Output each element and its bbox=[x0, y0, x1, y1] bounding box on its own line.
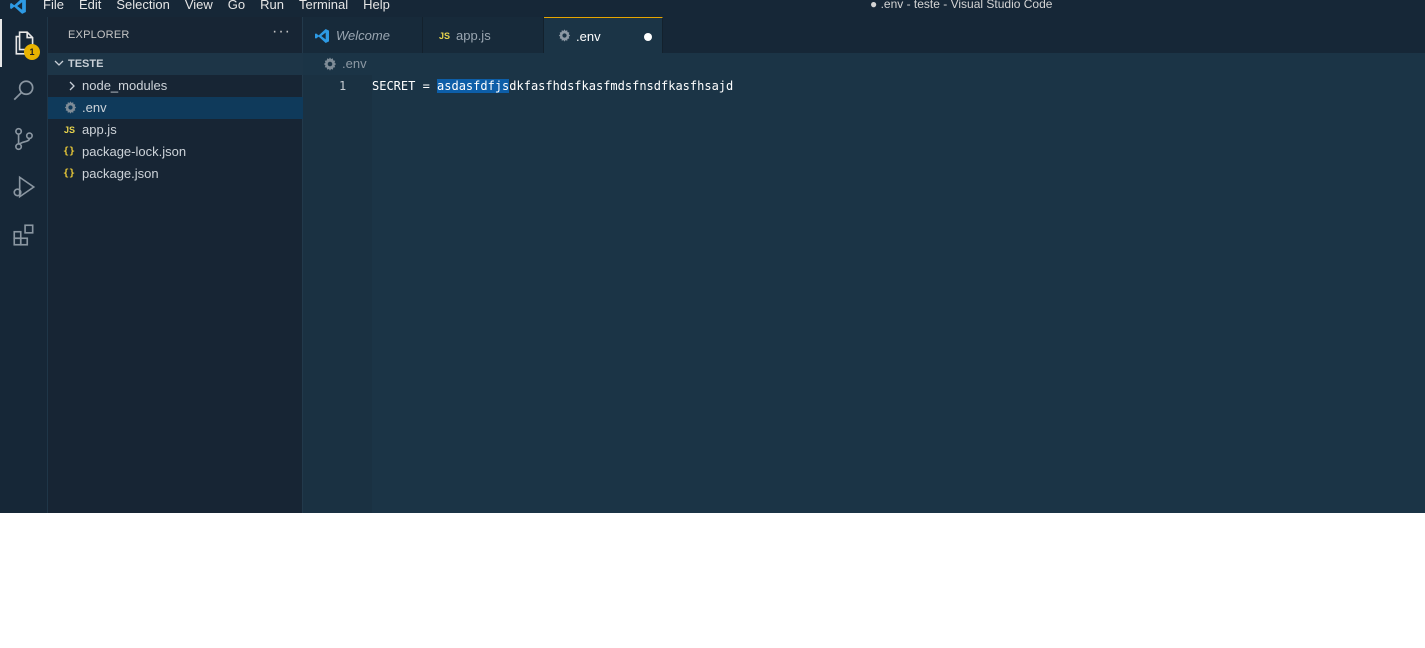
tab-label: app.js bbox=[456, 28, 491, 43]
activity-run-debug[interactable] bbox=[0, 163, 48, 211]
activity-source-control[interactable] bbox=[0, 115, 48, 163]
tree-item-label: package-lock.json bbox=[82, 144, 187, 159]
chevron-right-icon bbox=[69, 81, 75, 91]
gear-icon bbox=[64, 101, 77, 114]
activity-bar: 1 bbox=[0, 17, 48, 513]
tab-app-js[interactable]: JS app.js bbox=[423, 17, 544, 53]
code-text: dkfasfhdsfkasfmdsfnsdfkasfhsajd bbox=[509, 79, 734, 93]
tree-item-node-modules[interactable]: node_modules bbox=[48, 75, 303, 97]
code-line[interactable]: SECRET = asdasfdfjsdkfasfhdsfkasfmdsfnsd… bbox=[372, 77, 733, 95]
tab-label: Welcome bbox=[336, 28, 390, 43]
chevron-down-icon bbox=[54, 60, 64, 66]
menu-go[interactable]: Go bbox=[228, 0, 245, 13]
menu-view[interactable]: View bbox=[185, 0, 213, 13]
run-debug-icon bbox=[13, 175, 36, 199]
menu-help[interactable]: Help bbox=[363, 0, 390, 13]
selected-text: asdasfdfjs bbox=[437, 79, 510, 93]
gear-icon bbox=[323, 57, 337, 71]
search-icon bbox=[13, 80, 34, 101]
tree-item-package-lock-json[interactable]: {} package-lock.json bbox=[48, 141, 303, 163]
tree-item-label: app.js bbox=[82, 122, 117, 137]
code-text: SECRET = bbox=[372, 79, 438, 93]
vscode-icon bbox=[315, 29, 329, 43]
gear-icon bbox=[558, 29, 571, 42]
tree-item-label: .env bbox=[82, 100, 107, 115]
menu-file[interactable]: File bbox=[43, 0, 64, 13]
line-number-gutter: 1 bbox=[303, 75, 372, 513]
explorer-badge: 1 bbox=[24, 44, 40, 60]
code-editor[interactable]: SECRET = asdasfdfjsdkfasfhdsfkasfmdsfnsd… bbox=[372, 75, 1425, 513]
tree-item-label: package.json bbox=[82, 166, 159, 181]
unsaved-dot-icon[interactable] bbox=[644, 33, 652, 41]
title-bar: File Edit Selection View Go Run Terminal… bbox=[0, 0, 1425, 17]
tab-welcome[interactable]: Welcome bbox=[303, 17, 423, 53]
menu-run[interactable]: Run bbox=[260, 0, 284, 13]
source-control-icon bbox=[15, 127, 33, 151]
breadcrumb: .env bbox=[303, 53, 1425, 75]
tab-label: .env bbox=[576, 29, 601, 44]
activity-explorer[interactable] bbox=[0, 19, 48, 67]
json-icon: {} bbox=[63, 168, 76, 179]
sidebar-header: EXPLORER ··· bbox=[48, 17, 303, 53]
js-icon: JS bbox=[439, 31, 451, 41]
vscode-window: File Edit Selection View Go Run Terminal… bbox=[0, 0, 1425, 513]
folder-name: TESTE bbox=[68, 58, 104, 70]
editor-tab-bar: Welcome JS app.js .env bbox=[303, 17, 1425, 53]
tree-item-package-json[interactable]: {} package.json bbox=[48, 163, 303, 185]
vscode-logo-icon bbox=[10, 0, 26, 14]
tree-item-app-js[interactable]: JS app.js bbox=[48, 119, 303, 141]
js-icon: JS bbox=[64, 125, 76, 135]
breadcrumb-file[interactable]: .env bbox=[342, 57, 367, 71]
more-actions-icon[interactable]: ··· bbox=[272, 23, 291, 41]
tree-item-env[interactable]: .env bbox=[48, 97, 303, 119]
activity-search[interactable] bbox=[0, 67, 48, 115]
sidebar-title: EXPLORER bbox=[68, 29, 130, 41]
menu-terminal[interactable]: Terminal bbox=[299, 0, 348, 13]
explorer-sidebar: EXPLORER ··· TESTE node_modules .env JS … bbox=[48, 17, 303, 513]
menu-selection[interactable]: Selection bbox=[116, 0, 169, 13]
extensions-icon bbox=[13, 224, 34, 246]
menu-bar: File Edit Selection View Go Run Terminal… bbox=[43, 0, 405, 13]
tree-item-label: node_modules bbox=[82, 78, 168, 93]
activity-extensions[interactable] bbox=[0, 211, 48, 259]
menu-edit[interactable]: Edit bbox=[79, 0, 101, 13]
json-icon: {} bbox=[63, 146, 76, 157]
folder-header[interactable]: TESTE bbox=[48, 53, 303, 75]
window-title: ● .env - teste - Visual Studio Code bbox=[870, 0, 1053, 11]
line-number: 1 bbox=[339, 79, 347, 93]
tab-env[interactable]: .env bbox=[544, 17, 663, 53]
